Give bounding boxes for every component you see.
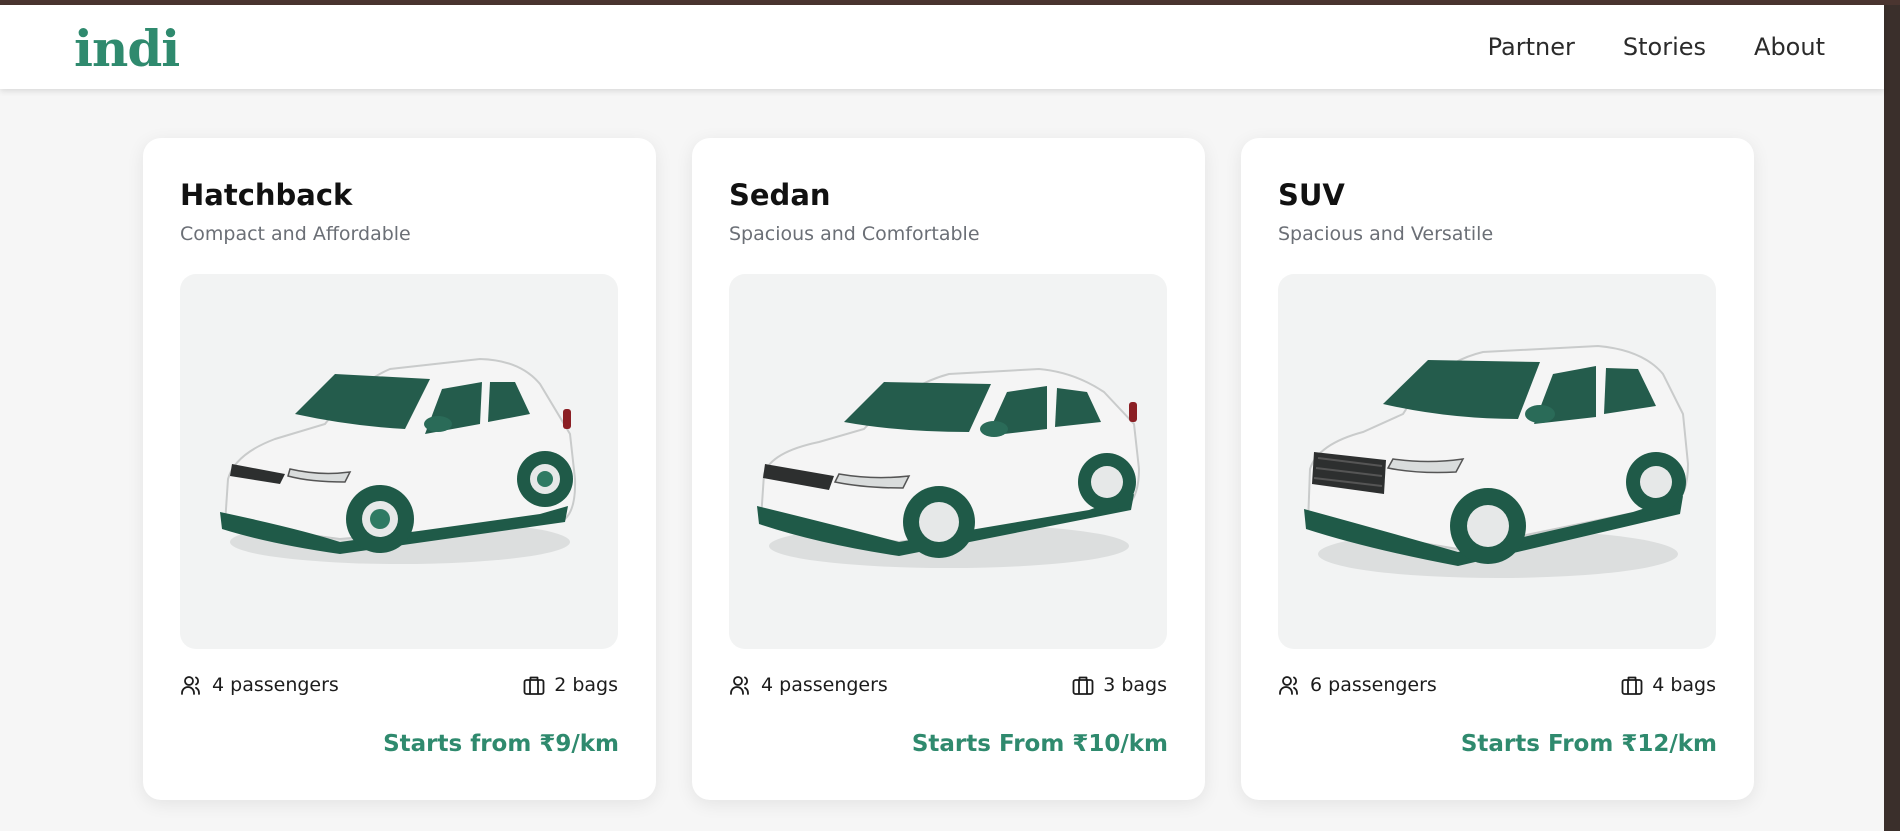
vehicle-card-hatchback[interactable]: Hatchback Compact and Affordable 4 passe… [143, 138, 656, 800]
vehicle-title: SUV [1278, 178, 1345, 212]
vehicle-card-sedan[interactable]: Sedan Spacious and Comfortable 4 passeng… [692, 138, 1205, 800]
passengers-info: 4 passengers [729, 673, 888, 697]
vehicle-subtitle: Compact and Affordable [180, 223, 411, 245]
bags-info: 3 bags [1071, 673, 1167, 697]
price-label: Starts From ₹10/km [911, 731, 1168, 757]
vehicle-subtitle: Spacious and Versatile [1278, 223, 1494, 245]
main-nav: Partner Stories About [1488, 31, 1825, 63]
passengers-count: 6 passengers [1310, 674, 1437, 696]
vehicle-image-sedan [729, 274, 1167, 649]
vehicle-capacity: 4 passengers 2 bags [180, 671, 618, 699]
passengers-count: 4 passengers [212, 674, 339, 696]
vehicle-capacity: 6 passengers 4 bags [1278, 671, 1716, 699]
passengers-info: 4 passengers [180, 673, 339, 697]
vehicle-card-suv[interactable]: SUV Spacious and Versatile 6 passengers … [1241, 138, 1754, 800]
sedan-car-illustration [757, 367, 1141, 568]
users-icon [730, 676, 749, 695]
vehicle-subtitle: Spacious and Comfortable [729, 223, 980, 245]
vehicle-title: Sedan [729, 178, 831, 212]
vehicle-image-suv [1278, 274, 1716, 649]
passengers-info: 6 passengers [1278, 673, 1437, 697]
hatchback-car-illustration [220, 357, 577, 564]
price-label: Starts from ₹9/km [383, 731, 619, 757]
users-icon [1279, 676, 1298, 695]
window-scrollbar[interactable] [1884, 5, 1900, 831]
bags-count: 4 bags [1652, 674, 1716, 696]
suv-car-illustration [1304, 344, 1690, 578]
nav-partner-link[interactable]: Partner [1488, 31, 1575, 63]
nav-about-link[interactable]: About [1754, 31, 1825, 63]
bags-count: 3 bags [1103, 674, 1167, 696]
brand-logo[interactable]: indi [74, 19, 180, 79]
vehicle-title: Hatchback [180, 178, 353, 212]
passengers-count: 4 passengers [761, 674, 888, 696]
bags-info: 2 bags [522, 673, 618, 697]
vehicle-image-hatchback [180, 274, 618, 649]
vehicle-capacity: 4 passengers 3 bags [729, 671, 1167, 699]
luggage-icon [523, 676, 545, 695]
users-icon [181, 676, 200, 695]
bags-count: 2 bags [554, 674, 618, 696]
bags-info: 4 bags [1620, 673, 1716, 697]
site-header: indi Partner Stories About [0, 5, 1884, 89]
nav-stories-link[interactable]: Stories [1623, 31, 1706, 63]
luggage-icon [1072, 676, 1094, 695]
luggage-icon [1621, 676, 1643, 695]
vehicle-options-section: Hatchback Compact and Affordable 4 passe… [0, 89, 1884, 831]
price-label: Starts From ₹12/km [1460, 731, 1717, 757]
